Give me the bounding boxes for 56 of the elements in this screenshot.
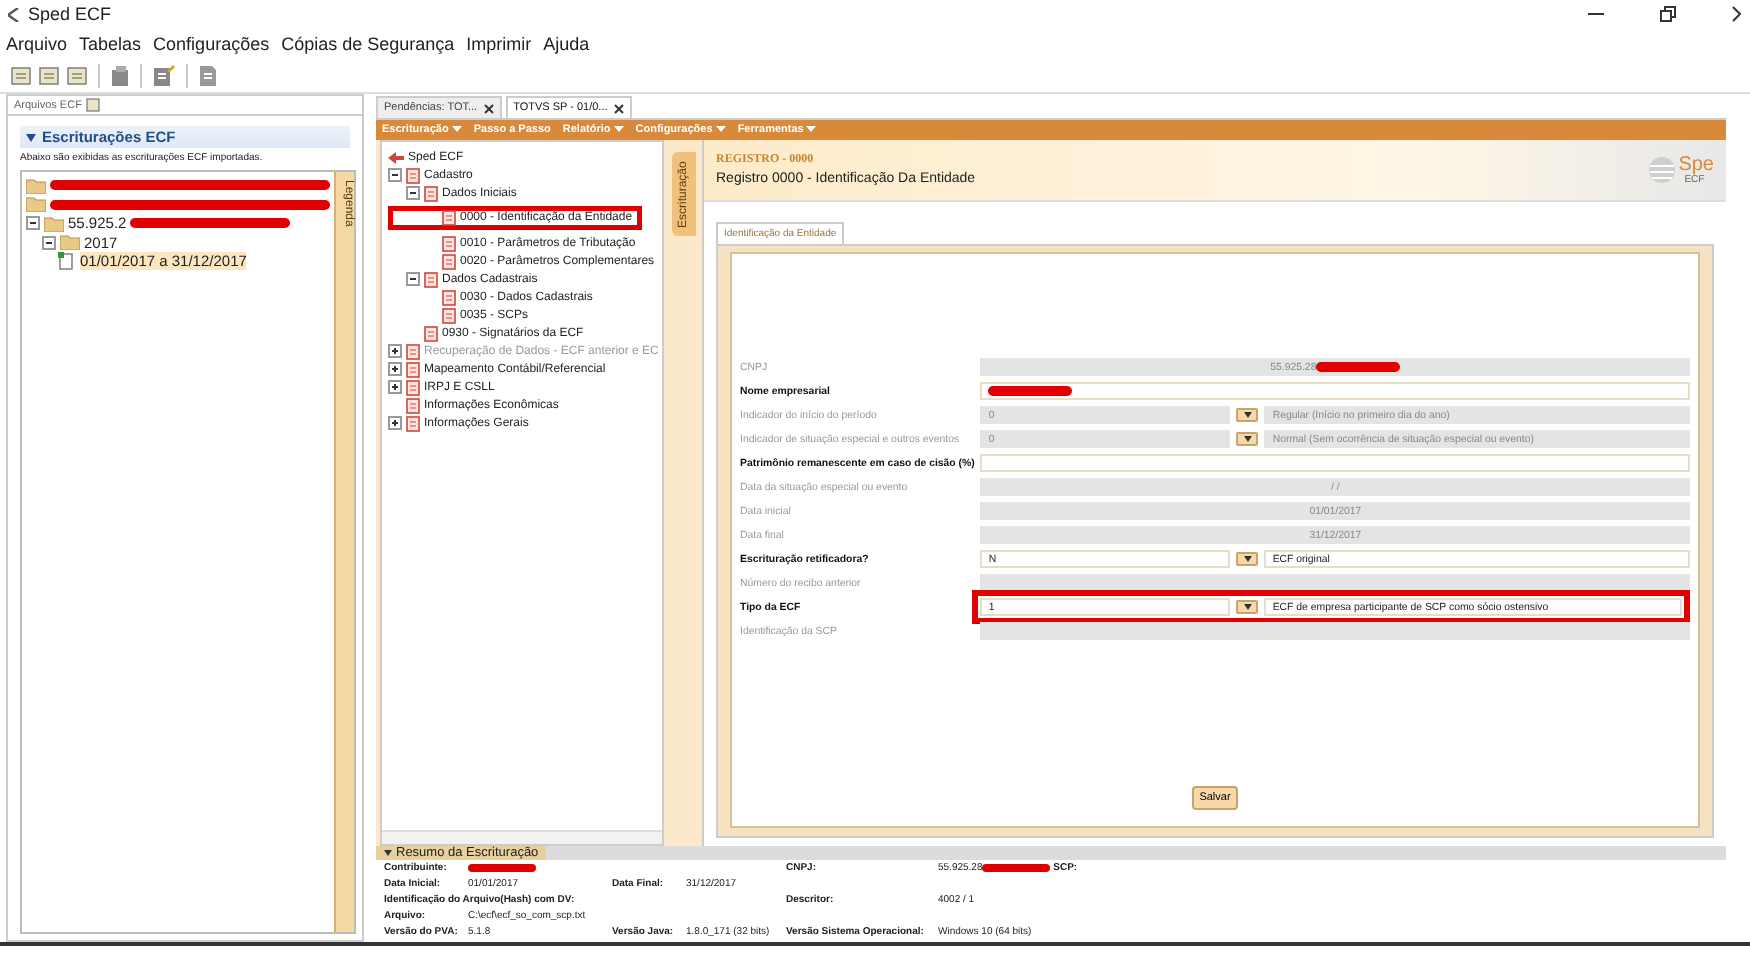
collapse-icon[interactable] (406, 272, 420, 286)
input-field[interactable] (980, 382, 1690, 400)
document-icon (406, 167, 420, 183)
menu-item[interactable]: Arquivo (6, 33, 68, 53)
document-icon (424, 325, 438, 341)
collapse-icon[interactable] (406, 186, 420, 200)
document-icon (424, 185, 438, 201)
dropdown-button[interactable] (1236, 552, 1259, 566)
redaction-mark (468, 864, 536, 872)
menu-item[interactable]: Ajuda (543, 33, 590, 53)
caret-icon (1243, 556, 1252, 562)
expand-icon[interactable] (388, 362, 402, 376)
file-icon (58, 252, 76, 271)
ecf-file-icon[interactable] (38, 64, 60, 86)
edit-icon[interactable] (152, 64, 176, 86)
window-title: Sped ECF (28, 4, 112, 24)
ecf-file-icon (85, 98, 100, 112)
caret-icon (384, 850, 392, 856)
redaction-mark (1316, 362, 1401, 372)
document-icon[interactable] (198, 64, 218, 86)
arrow-icon (388, 151, 404, 163)
dropdown-button[interactable] (1236, 600, 1259, 614)
logo-text: Spe (1678, 155, 1714, 175)
caret-icon (1243, 436, 1252, 442)
document-icon (442, 210, 456, 226)
input-field[interactable] (980, 454, 1690, 472)
redaction-mark (982, 864, 1051, 872)
stack-icon[interactable] (110, 64, 130, 86)
collapse-icon[interactable] (42, 235, 56, 250)
collapse-icon[interactable] (26, 133, 36, 141)
menu-item[interactable]: Configurações (153, 33, 270, 53)
close-icon[interactable] (483, 103, 494, 113)
dropdown-button[interactable] (1236, 408, 1259, 422)
dropdown-button[interactable] (1236, 432, 1259, 446)
document-icon (424, 271, 438, 287)
ecf-file-icon[interactable] (10, 64, 32, 86)
logo-icon (1648, 156, 1677, 184)
chevron-icon[interactable] (1732, 6, 1742, 22)
caret-icon (1243, 604, 1252, 610)
expand-icon[interactable] (388, 416, 402, 430)
caret-icon (613, 126, 624, 132)
menu-item[interactable]: Tabelas (79, 33, 142, 53)
collapse-icon[interactable] (388, 168, 402, 182)
caret-icon (451, 126, 462, 132)
close-icon[interactable] (613, 103, 624, 113)
menu-item[interactable]: Imprimir (466, 33, 532, 53)
scrollbar[interactable] (382, 830, 662, 844)
ecf-file-icon[interactable] (66, 64, 88, 86)
caret-icon (806, 126, 817, 132)
menu-item[interactable]: Cópias de Segurança (281, 33, 455, 53)
caret-icon (1243, 412, 1252, 418)
collapse-icon[interactable] (26, 216, 40, 231)
redaction-mark (988, 386, 1073, 396)
restore-icon[interactable] (1660, 6, 1676, 22)
caret-icon (715, 126, 726, 132)
expand-icon[interactable] (388, 380, 402, 394)
